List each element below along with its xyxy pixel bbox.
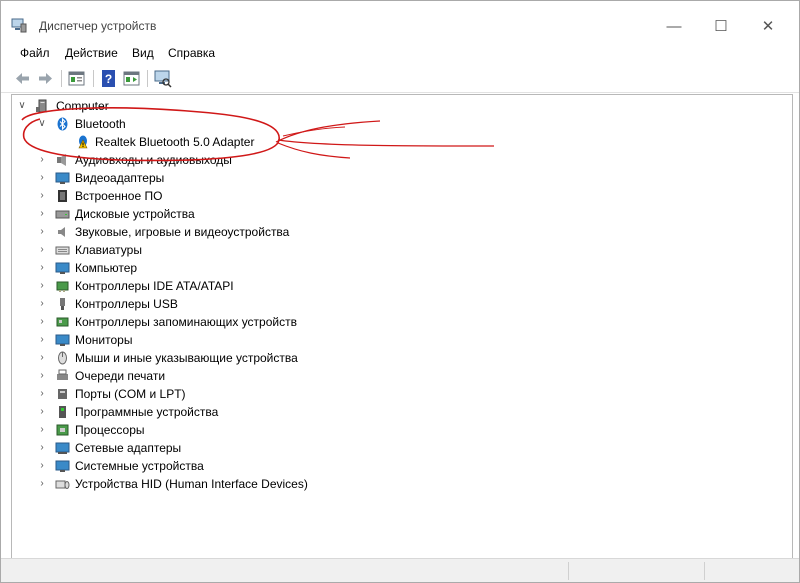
toolbar-separator [61, 70, 62, 87]
tree-category-label: Контроллеры IDE ATA/ATAPI [75, 279, 234, 293]
minimize-button[interactable]: — [654, 14, 694, 39]
update-driver-icon[interactable] [122, 69, 141, 88]
collapse-chevron-icon[interactable]: ∨ [17, 97, 27, 115]
status-divider [568, 562, 569, 580]
tree-category-label: Видеоадаптеры [75, 171, 165, 185]
tree-category-label: Контроллеры USB [75, 297, 178, 311]
firmware-icon [58, 190, 67, 202]
status-divider [704, 562, 705, 580]
computer-icon [36, 99, 47, 113]
tree-category-label: Встроенное ПО [75, 189, 163, 203]
window-title: Диспетчер устройств [39, 19, 157, 33]
expand-chevron-icon[interactable]: › [37, 241, 47, 259]
print-queue-icon [57, 369, 68, 380]
bluetooth-icon [57, 117, 68, 131]
ports-icon [58, 389, 67, 399]
tree-category-label: Мыши и иные указывающие устройства [75, 351, 298, 365]
audio-io-icon [57, 154, 66, 166]
tree-category-label: Клавиатуры [75, 243, 142, 257]
tree-category-label: Контроллеры запоминающих устройств [75, 315, 297, 329]
disk-drive-icon [55, 210, 70, 219]
monitor-icon [55, 334, 70, 346]
expand-chevron-icon[interactable]: › [37, 313, 47, 331]
tree-category-label: Порты (COM и LPT) [75, 387, 186, 401]
expand-chevron-icon[interactable]: › [37, 349, 47, 367]
tree-category-label: Мониторы [75, 333, 133, 347]
toolbar-separator [147, 70, 148, 87]
sound-video-icon [58, 227, 65, 237]
computer-icon [55, 262, 70, 274]
expand-chevron-icon[interactable]: › [37, 331, 47, 349]
expand-chevron-icon[interactable]: › [37, 187, 47, 205]
status-bar [1, 558, 799, 582]
expand-chevron-icon[interactable]: › [37, 259, 47, 277]
menu-view[interactable]: Вид [132, 46, 154, 60]
expand-chevron-icon[interactable]: › [37, 151, 47, 169]
usb-controller-icon [60, 298, 65, 310]
hid-icon [55, 480, 70, 489]
expand-chevron-icon[interactable]: › [37, 169, 47, 187]
device-tree[interactable]: ∨ Computer ∨ Bluetooth Realtek Bluetooth… [11, 94, 793, 558]
toolbar-separator [93, 70, 94, 87]
properties-icon[interactable] [67, 69, 86, 88]
network-adapter-icon [55, 442, 70, 454]
scan-hardware-icon[interactable] [153, 69, 172, 88]
expand-chevron-icon[interactable]: › [37, 277, 47, 295]
tree-category-label: Системные устройства [75, 459, 204, 473]
mouse-icon [58, 351, 67, 365]
software-device-icon [59, 406, 66, 418]
processor-icon [56, 424, 69, 436]
maximize-button[interactable]: ☐ [701, 14, 741, 39]
system-devices-icon [55, 460, 70, 472]
menu-action[interactable]: Действие [65, 46, 118, 60]
tree-category-label: Звуковые, игровые и видеоустройства [75, 225, 290, 239]
storage-controller-icon [56, 317, 69, 327]
tree-category-label: Bluetooth [75, 117, 126, 131]
device-manager-window: Диспетчер устройств — ☐ ✕ Файл Действие … [0, 0, 800, 583]
tree-device-label: Realtek Bluetooth 5.0 Adapter [95, 135, 255, 149]
forward-icon[interactable] [36, 69, 55, 88]
tree-category-label: Дисковые устройства [75, 207, 195, 221]
keyboard-icon [55, 246, 70, 255]
tree-category-label: Компьютер [75, 261, 138, 275]
expand-chevron-icon[interactable]: › [37, 385, 47, 403]
menu-bar: Файл Действие Вид Справка [1, 44, 799, 64]
svg-text:?: ? [105, 72, 112, 86]
expand-chevron-icon[interactable]: › [37, 421, 47, 439]
help-icon[interactable]: ? [99, 69, 118, 88]
expand-chevron-icon[interactable]: › [37, 205, 47, 223]
expand-chevron-icon[interactable]: › [37, 367, 47, 385]
ide-controller-icon [56, 281, 69, 292]
expand-chevron-icon[interactable]: › [37, 223, 47, 241]
expand-chevron-icon[interactable]: › [37, 439, 47, 457]
device-manager-icon [11, 18, 27, 33]
tree-category-label: Очереди печати [75, 369, 166, 383]
tree-category-label: Сетевые адаптеры [75, 441, 182, 455]
tree-category-label: Устройства HID (Human Interface Devices) [75, 477, 308, 491]
title-bar[interactable]: Диспетчер устройств — ☐ ✕ [1, 1, 799, 39]
expand-chevron-icon[interactable]: › [37, 457, 47, 475]
menu-file[interactable]: Файл [20, 46, 50, 60]
toolbar: ? [1, 65, 799, 93]
expand-chevron-icon[interactable]: › [37, 295, 47, 313]
tree-category-label: Аудиовходы и аудиовыходы [75, 153, 232, 167]
back-icon[interactable] [13, 69, 32, 88]
collapse-chevron-icon[interactable]: ∨ [37, 115, 47, 133]
tree-category-label: Процессоры [75, 423, 145, 437]
expand-chevron-icon[interactable]: › [37, 403, 47, 421]
tree-category-label: Программные устройства [75, 405, 219, 419]
expand-chevron-icon[interactable]: › [37, 475, 47, 493]
menu-help[interactable]: Справка [168, 46, 215, 60]
close-button[interactable]: ✕ [748, 14, 788, 39]
warning-bluetooth-icon [78, 135, 88, 149]
display-adapter-icon [55, 172, 70, 184]
tree-root-label: Computer [56, 99, 109, 113]
